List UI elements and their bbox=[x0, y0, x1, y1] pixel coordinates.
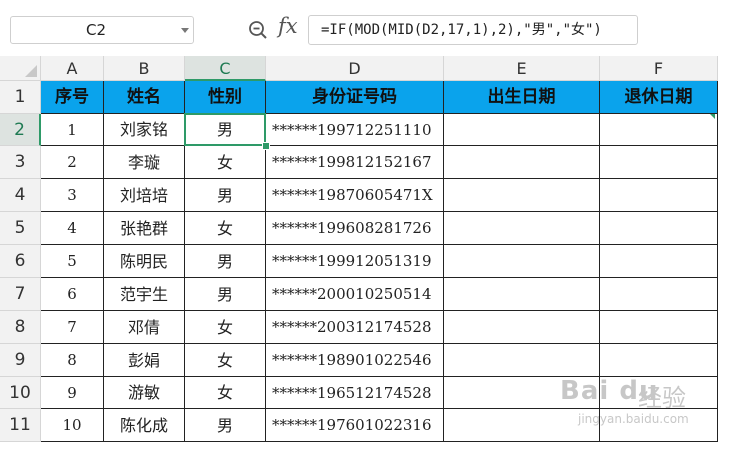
watermark: Bai du 经验 jingyan.baidu.com bbox=[560, 372, 720, 438]
table-cell[interactable]: 2 bbox=[41, 146, 104, 179]
table-cell[interactable]: 男 bbox=[185, 278, 266, 311]
column-header-a[interactable]: A bbox=[41, 56, 104, 81]
formula-input[interactable]: =IF(MOD(MID(D2,17,1),2),"男","女") bbox=[308, 15, 638, 45]
table-cell[interactable]: 男 bbox=[185, 179, 266, 212]
table-cell[interactable] bbox=[600, 146, 718, 179]
table-cell[interactable]: 10 bbox=[41, 409, 104, 442]
row-header-3[interactable]: 3 bbox=[0, 146, 41, 179]
table-cell[interactable]: ******19870605471X bbox=[266, 179, 444, 212]
table-cell[interactable]: ******197601022316 bbox=[266, 409, 444, 442]
chevron-down-icon[interactable] bbox=[181, 28, 189, 33]
row-header-7[interactable]: 7 bbox=[0, 278, 41, 311]
table-cell[interactable]: 4 bbox=[41, 212, 104, 245]
table-cell[interactable]: ******199812152167 bbox=[266, 146, 444, 179]
table-header-cell[interactable]: 出生日期 bbox=[444, 81, 600, 114]
table-cell[interactable]: 1 bbox=[41, 114, 104, 146]
table-cell[interactable]: 女 bbox=[185, 377, 266, 409]
table-header-cell[interactable]: 姓名 bbox=[104, 81, 185, 114]
table-cell[interactable]: ******198901022546 bbox=[266, 344, 444, 377]
table-header-cell[interactable]: 序号 bbox=[41, 81, 104, 114]
table-cell[interactable] bbox=[444, 114, 600, 146]
column-header-b[interactable]: B bbox=[104, 56, 185, 81]
table-cell[interactable]: 陈化成 bbox=[104, 409, 185, 442]
table-cell[interactable]: 刘家铭 bbox=[104, 114, 185, 146]
name-box-value: C2 bbox=[85, 21, 107, 39]
formula-bar: C2 fx =IF(MOD(MID(D2,17,1),2),"男","女") bbox=[0, 0, 732, 56]
table-cell[interactable]: ******199912051319 bbox=[266, 245, 444, 278]
table-cell[interactable] bbox=[600, 179, 718, 212]
row-header-5[interactable]: 5 bbox=[0, 212, 41, 245]
select-all-corner[interactable] bbox=[0, 56, 41, 81]
cell-comment-marker-icon bbox=[710, 114, 715, 119]
table-cell[interactable]: 男 bbox=[185, 409, 266, 442]
row-header-1[interactable]: 1 bbox=[0, 81, 41, 114]
table-header-cell[interactable]: 性别 bbox=[185, 81, 266, 114]
table-cell[interactable] bbox=[444, 146, 600, 179]
fill-handle[interactable] bbox=[262, 142, 270, 150]
table-cell[interactable] bbox=[444, 311, 600, 344]
table-cell[interactable] bbox=[600, 311, 718, 344]
table-cell[interactable]: 刘培培 bbox=[104, 179, 185, 212]
table-cell[interactable]: 女 bbox=[185, 311, 266, 344]
table-cell[interactable] bbox=[600, 212, 718, 245]
formula-text: =IF(MOD(MID(D2,17,1),2),"男","女") bbox=[321, 22, 602, 38]
table-cell[interactable]: 女 bbox=[185, 212, 266, 245]
table-cell[interactable]: 陈明民 bbox=[104, 245, 185, 278]
table-cell[interactable]: ******196512174528 bbox=[266, 377, 444, 409]
table-cell[interactable]: 彭娟 bbox=[104, 344, 185, 377]
table-cell[interactable]: 张艳群 bbox=[104, 212, 185, 245]
table-cell[interactable]: 李璇 bbox=[104, 146, 185, 179]
row-header-9[interactable]: 9 bbox=[0, 344, 41, 377]
column-header-f[interactable]: F bbox=[600, 56, 718, 81]
column-header-e[interactable]: E bbox=[444, 56, 600, 81]
table-cell[interactable]: ******199608281726 bbox=[266, 212, 444, 245]
watermark-url: jingyan.baidu.com bbox=[578, 412, 689, 426]
table-cell[interactable]: 女 bbox=[185, 344, 266, 377]
table-cell[interactable]: 5 bbox=[41, 245, 104, 278]
row-header-11[interactable]: 11 bbox=[0, 409, 41, 442]
column-header-c[interactable]: C bbox=[185, 56, 266, 81]
table-cell[interactable] bbox=[444, 245, 600, 278]
table-cell[interactable] bbox=[600, 245, 718, 278]
table-cell[interactable] bbox=[444, 212, 600, 245]
table-cell[interactable] bbox=[444, 278, 600, 311]
table-header-cell[interactable]: 退休日期 bbox=[600, 81, 718, 114]
table-cell[interactable] bbox=[444, 179, 600, 212]
name-box[interactable]: C2 bbox=[10, 16, 194, 44]
table-cell[interactable]: 邓倩 bbox=[104, 311, 185, 344]
row-header-6[interactable]: 6 bbox=[0, 245, 41, 278]
zoom-icon[interactable] bbox=[248, 20, 268, 40]
watermark-cn: 经验 bbox=[638, 384, 686, 412]
table-cell[interactable]: ******200312174528 bbox=[266, 311, 444, 344]
table-cell[interactable]: 女 bbox=[185, 146, 266, 179]
table-cell[interactable]: 男 bbox=[185, 245, 266, 278]
table-cell[interactable]: 游敏 bbox=[104, 377, 185, 409]
table-cell[interactable] bbox=[600, 278, 718, 311]
table-cell[interactable]: 范宇生 bbox=[104, 278, 185, 311]
row-header-2[interactable]: 2 bbox=[0, 114, 41, 146]
table-cell[interactable]: ******200010250514 bbox=[266, 278, 444, 311]
table-cell[interactable]: 7 bbox=[41, 311, 104, 344]
row-header-8[interactable]: 8 bbox=[0, 311, 41, 344]
table-cell[interactable]: 6 bbox=[41, 278, 104, 311]
table-cell[interactable]: 3 bbox=[41, 179, 104, 212]
table-cell[interactable]: 9 bbox=[41, 377, 104, 409]
table-cell[interactable] bbox=[600, 114, 718, 146]
table-cell[interactable]: ******199712251110 bbox=[266, 114, 444, 146]
column-header-d[interactable]: D bbox=[266, 56, 444, 81]
row-header-4[interactable]: 4 bbox=[0, 179, 41, 212]
table-cell[interactable]: 男 bbox=[185, 114, 266, 146]
fx-icon[interactable]: fx bbox=[278, 14, 298, 38]
table-cell[interactable]: 8 bbox=[41, 344, 104, 377]
table-header-cell[interactable]: 身份证号码 bbox=[266, 81, 444, 114]
row-header-10[interactable]: 10 bbox=[0, 377, 41, 409]
